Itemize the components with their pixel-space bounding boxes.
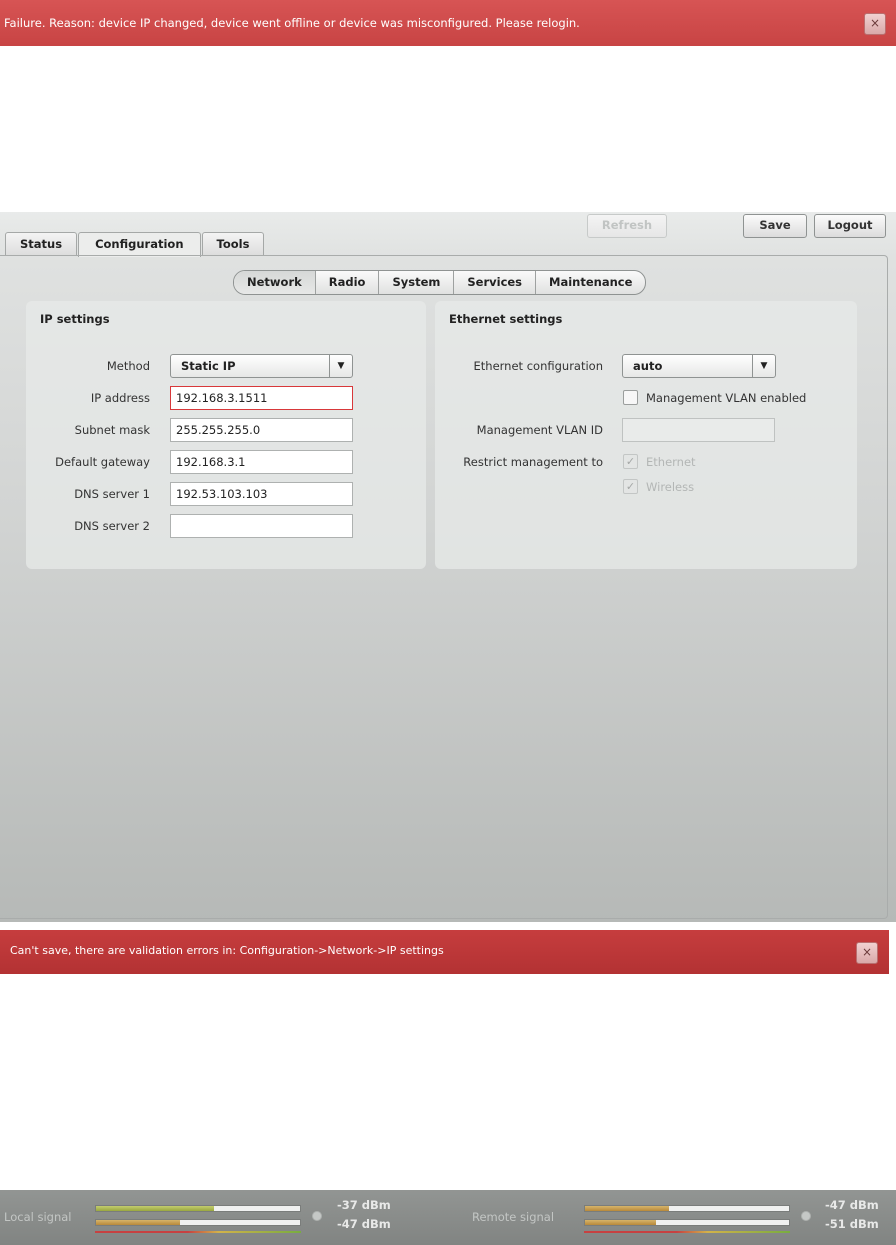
- dns-server-2-label: DNS server 2: [74, 519, 150, 533]
- close-failure-banner-button[interactable]: ×: [864, 13, 886, 35]
- remote-signal-value-1: -47 dBm: [825, 1198, 879, 1212]
- dns-server-1-label: DNS server 1: [74, 487, 150, 501]
- ip-address-input[interactable]: 192.168.3.1511: [170, 386, 353, 410]
- subtab-radio[interactable]: Radio: [316, 271, 380, 294]
- remote-signal-led-icon: [801, 1211, 811, 1221]
- checkmark-icon: ✓: [625, 480, 636, 493]
- local-signal-led-icon: [312, 1211, 322, 1221]
- restrict-wireless-checkbox[interactable]: ✓: [623, 479, 638, 494]
- dns-server-1-input[interactable]: 192.53.103.103: [170, 482, 353, 506]
- local-signal-value-2: -47 dBm: [337, 1217, 391, 1231]
- app-frame: Refresh Save Logout Status Configuration…: [0, 212, 896, 922]
- remote-signal-value-2: -51 dBm: [825, 1217, 879, 1231]
- remote-signal-scale: [584, 1231, 790, 1233]
- remote-signal-meter-1: [584, 1205, 790, 1212]
- method-label: Method: [106, 359, 150, 373]
- restrict-management-label: Restrict management to: [463, 455, 603, 469]
- subtab-services[interactable]: Services: [454, 271, 537, 294]
- management-vlan-checkbox[interactable]: [623, 390, 638, 405]
- tab-status[interactable]: Status: [5, 232, 78, 256]
- default-gateway-label: Default gateway: [55, 455, 150, 469]
- logout-button[interactable]: Logout: [814, 214, 886, 238]
- restrict-ethernet-label: Ethernet: [646, 455, 696, 469]
- local-signal-meter-2: [95, 1219, 301, 1226]
- ethernet-configuration-value: auto: [633, 359, 663, 373]
- close-icon: ×: [869, 16, 881, 30]
- local-signal-fill-2: [96, 1220, 180, 1225]
- validation-error-banner: Can't save, there are validation errors …: [0, 930, 889, 974]
- ethernet-settings-title: Ethernet settings: [449, 312, 563, 326]
- remote-signal-label: Remote signal: [472, 1210, 555, 1224]
- signal-bar: Local signal -37 dBm -47 dBm Remote sign…: [0, 1190, 896, 1245]
- ethernet-settings-panel: Ethernet settings Ethernet configuration…: [435, 301, 857, 569]
- local-signal-fill-1: [96, 1206, 215, 1211]
- ethernet-configuration-label: Ethernet configuration: [473, 359, 603, 373]
- save-button[interactable]: Save: [743, 214, 807, 238]
- tab-configuration[interactable]: Configuration: [78, 232, 201, 257]
- subtab-maintenance[interactable]: Maintenance: [536, 271, 645, 294]
- tab-tools[interactable]: Tools: [201, 232, 265, 256]
- ip-address-label: IP address: [90, 391, 150, 405]
- close-icon: ×: [861, 945, 873, 959]
- main-tabs: Status Configuration Tools: [5, 232, 265, 257]
- dns-server-2-input[interactable]: [170, 514, 353, 538]
- subtab-system[interactable]: System: [379, 271, 455, 294]
- method-value: Static IP: [181, 359, 236, 373]
- restrict-wireless-label: Wireless: [646, 480, 695, 494]
- method-select[interactable]: Static IP ▼: [170, 354, 353, 378]
- subnet-mask-label: Subnet mask: [74, 423, 150, 437]
- failure-banner: Failure. Reason: device IP changed, devi…: [0, 0, 896, 46]
- ethernet-configuration-select[interactable]: auto ▼: [622, 354, 776, 378]
- chevron-down-icon: ▼: [329, 355, 352, 377]
- subtab-network[interactable]: Network: [234, 271, 316, 294]
- local-signal-value-1: -37 dBm: [337, 1198, 391, 1212]
- sub-tabs: Network Radio System Services Maintenanc…: [233, 270, 647, 295]
- remote-signal-meter-2: [584, 1219, 790, 1226]
- local-signal-scale: [95, 1231, 301, 1233]
- local-signal-label: Local signal: [4, 1210, 72, 1224]
- management-vlan-id-input[interactable]: [622, 418, 775, 442]
- default-gateway-input[interactable]: 192.168.3.1: [170, 450, 353, 474]
- chevron-down-icon: ▼: [752, 355, 775, 377]
- management-vlan-enabled-label: Management VLAN enabled: [646, 391, 807, 405]
- refresh-button[interactable]: Refresh: [587, 214, 667, 238]
- close-validation-banner-button[interactable]: ×: [856, 942, 878, 964]
- restrict-ethernet-checkbox[interactable]: ✓: [623, 454, 638, 469]
- validation-error-message: Can't save, there are validation errors …: [10, 944, 444, 957]
- ip-settings-title: IP settings: [40, 312, 110, 326]
- checkmark-icon: ✓: [625, 455, 636, 468]
- subnet-mask-input[interactable]: 255.255.255.0: [170, 418, 353, 442]
- remote-signal-fill-1: [585, 1206, 669, 1211]
- ip-settings-panel: IP settings Method Static IP ▼ IP addres…: [26, 301, 426, 569]
- management-vlan-id-label: Management VLAN ID: [476, 423, 603, 437]
- remote-signal-fill-2: [585, 1220, 657, 1225]
- local-signal-meter-1: [95, 1205, 301, 1212]
- failure-message: Failure. Reason: device IP changed, devi…: [4, 16, 580, 30]
